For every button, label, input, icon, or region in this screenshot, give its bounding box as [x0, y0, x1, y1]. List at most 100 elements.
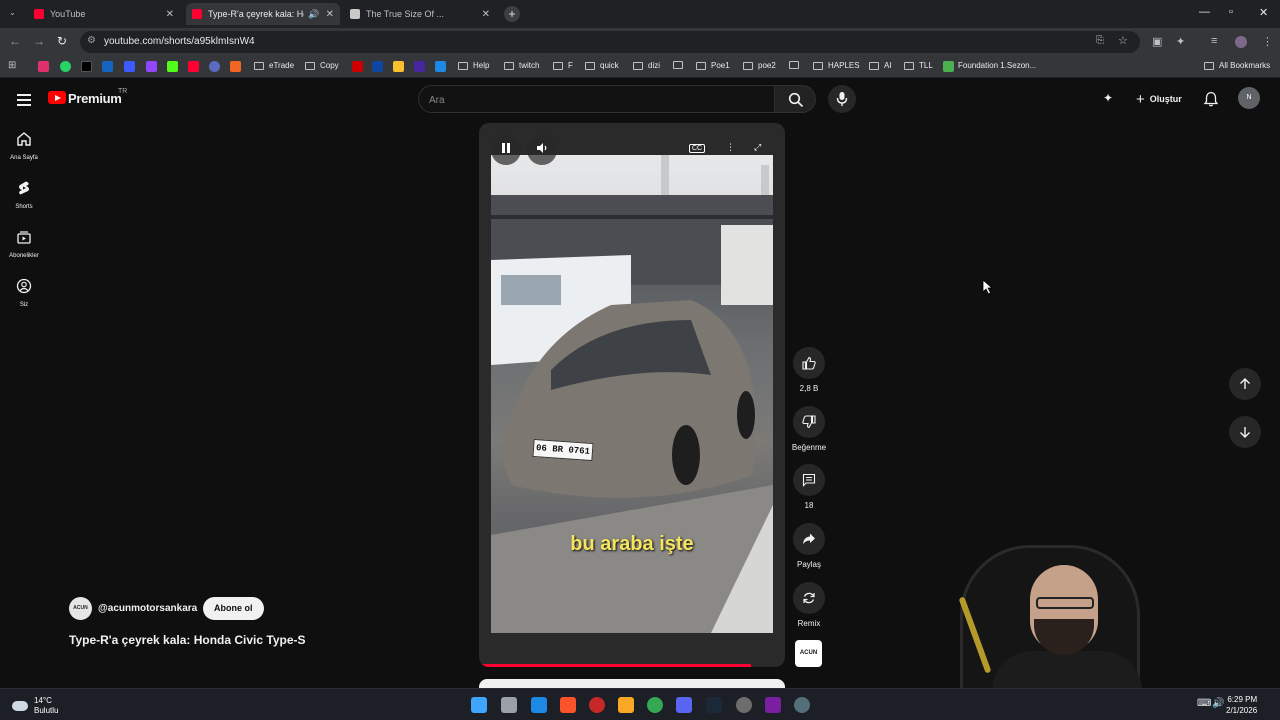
bookmark-site-icon[interactable] — [102, 61, 113, 72]
bookmark-ai[interactable]: AI — [869, 61, 892, 70]
bookmark-folder[interactable] — [789, 61, 804, 69]
app-icon[interactable] — [765, 697, 781, 713]
url-text[interactable]: youtube.com/shorts/a95klmIsnW4 — [104, 36, 255, 47]
bookmark-poe2[interactable]: poe2 — [743, 61, 776, 70]
search-input[interactable] — [429, 92, 759, 108]
back-icon[interactable]: ← — [9, 34, 21, 48]
volume-button[interactable] — [527, 135, 557, 165]
search-button[interactable] — [774, 85, 816, 113]
bookmark-site-icon[interactable] — [435, 61, 446, 72]
menu-dots-icon[interactable]: ⋮ — [1262, 35, 1273, 48]
youtube-logo-icon[interactable] — [48, 91, 66, 104]
extension-badge-icon[interactable]: ▣ — [1152, 35, 1162, 48]
start-icon[interactable] — [471, 697, 487, 713]
bookmark-site-icon[interactable] — [393, 61, 404, 72]
ai-sparkle-icon[interactable]: ✦ — [1103, 91, 1113, 105]
extensions-icon[interactable]: ✦ — [1176, 35, 1185, 48]
address-bar[interactable]: ⚙ youtube.com/shorts/a95klmIsnW4 ⎘ ☆ — [80, 31, 1140, 53]
notifications-bell-icon[interactable] — [1204, 91, 1218, 107]
minimize-icon[interactable]: — — [1199, 6, 1210, 18]
bookmark-site-icon[interactable] — [372, 61, 383, 72]
bookmark-quick[interactable]: quick — [585, 61, 619, 70]
pause-button[interactable] — [491, 135, 521, 165]
sidebar-item-shorts[interactable]: Shorts — [0, 180, 48, 210]
forward-icon[interactable]: → — [33, 34, 45, 48]
discord-icon[interactable] — [676, 697, 692, 713]
sidebar-item-home[interactable]: Ana Sayfa — [0, 131, 48, 161]
bookmark-tll[interactable]: TLL — [904, 61, 933, 70]
bookmark-copy[interactable]: Copy — [305, 61, 339, 70]
create-button[interactable]: + Oluştur — [1126, 86, 1192, 112]
restore-icon[interactable]: ▫ — [1229, 6, 1233, 18]
bookmark-poe1[interactable]: Poe1 — [696, 61, 730, 70]
whatsapp-icon[interactable] — [60, 61, 71, 72]
video-progress-bar[interactable] — [479, 664, 752, 667]
tab-youtube[interactable]: YouTube ✕ — [28, 3, 180, 25]
steam-icon[interactable] — [706, 697, 722, 713]
voice-search-button[interactable] — [828, 85, 856, 113]
close-tab-icon[interactable]: ✕ — [326, 9, 334, 20]
previous-short-button[interactable] — [1229, 368, 1261, 400]
short-title[interactable]: Type-R'a çeyrek kala: Honda Civic Type-S — [69, 633, 306, 647]
bookmark-foundation[interactable]: Foundation 1.Sezon... — [958, 61, 1036, 70]
app-icon[interactable] — [531, 697, 547, 713]
bookmark-haples[interactable]: HAPLES — [813, 61, 860, 70]
profile-icon[interactable] — [1235, 36, 1247, 48]
site-info-icon[interactable]: ⚙ — [87, 35, 96, 46]
bookmark-site-icon[interactable] — [352, 61, 363, 72]
like-button[interactable]: 2,8 B — [789, 347, 829, 393]
bookmark-site-icon[interactable] — [124, 61, 135, 72]
weather-widget[interactable]: 14°C Bulutlu — [12, 696, 58, 716]
task-view-icon[interactable] — [501, 697, 517, 713]
brand-text[interactable]: Premium — [68, 91, 122, 106]
hamburger-menu-icon[interactable] — [17, 94, 31, 109]
next-short-button[interactable] — [1229, 416, 1261, 448]
install-app-icon[interactable]: ⎘ — [1096, 35, 1104, 46]
chrome-icon[interactable] — [647, 697, 663, 713]
file-explorer-icon[interactable] — [618, 697, 634, 713]
media-controls-icon[interactable]: ≡ — [1211, 35, 1217, 47]
channel-logo[interactable]: ACUN — [795, 640, 822, 667]
dislike-button[interactable]: Beğenme — [789, 406, 829, 452]
comments-button[interactable]: 18 — [789, 464, 829, 510]
share-button[interactable]: Paylaş — [789, 523, 829, 569]
captions-icon[interactable]: CC — [689, 144, 706, 153]
system-clock[interactable]: 6:29 PM 2/1/2026 — [1226, 694, 1257, 716]
tab-search-icon[interactable]: ⌄ — [9, 8, 16, 17]
instagram-icon[interactable] — [38, 61, 49, 72]
opera-icon[interactable] — [589, 697, 605, 713]
twitch-icon[interactable] — [146, 61, 157, 72]
subscribe-button[interactable]: Abone ol — [203, 597, 264, 620]
bookmark-site-icon[interactable] — [414, 61, 425, 72]
network-icon[interactable]: ⌨ — [1197, 698, 1211, 709]
speaker-icon[interactable]: 🔊 — [308, 9, 319, 20]
x-icon[interactable] — [81, 61, 92, 72]
new-tab-button[interactable]: + — [504, 6, 520, 22]
bookmark-site-icon[interactable] — [209, 61, 220, 72]
sidebar-item-you[interactable]: Siz — [0, 278, 48, 308]
bookmark-etrade[interactable]: eTrade — [254, 61, 294, 70]
brave-icon[interactable] — [560, 697, 576, 713]
close-window-icon[interactable]: ✕ — [1259, 6, 1268, 19]
fullscreen-icon[interactable]: ⤢ — [754, 142, 761, 153]
video-frame[interactable]: 06 BR 0761 — [491, 155, 773, 633]
bookmark-star-icon[interactable]: ☆ — [1118, 34, 1128, 47]
apps-grid-icon[interactable]: ⊞ — [8, 60, 16, 71]
bookmark-folder[interactable] — [673, 61, 688, 69]
close-tab-icon[interactable]: ✕ — [166, 9, 174, 20]
short-video-player[interactable]: 06 BR 0761 CC ⋮ ⤢ bu araba işte — [479, 123, 785, 667]
sidebar-item-subscriptions[interactable]: Abonelikler — [0, 229, 48, 259]
settings-icon[interactable] — [736, 697, 752, 713]
bookmark-twitch[interactable]: twitch — [504, 61, 539, 70]
all-bookmarks[interactable]: All Bookmarks — [1204, 61, 1270, 70]
app-icon[interactable] — [794, 697, 810, 713]
avatar[interactable]: N — [1238, 87, 1260, 109]
volume-tray-icon[interactable]: 🔊 — [1212, 698, 1224, 709]
tab-true-size[interactable]: The True Size Of ... ✕ — [344, 3, 496, 25]
more-options-icon[interactable]: ⋮ — [726, 142, 735, 153]
bookmark-site-icon[interactable] — [230, 61, 241, 72]
bookmark-site-icon[interactable] — [943, 61, 954, 72]
close-tab-icon[interactable]: ✕ — [482, 9, 490, 20]
channel-name[interactable]: @acunmotorsankara — [98, 603, 197, 614]
reload-icon[interactable]: ↻ — [57, 34, 67, 48]
